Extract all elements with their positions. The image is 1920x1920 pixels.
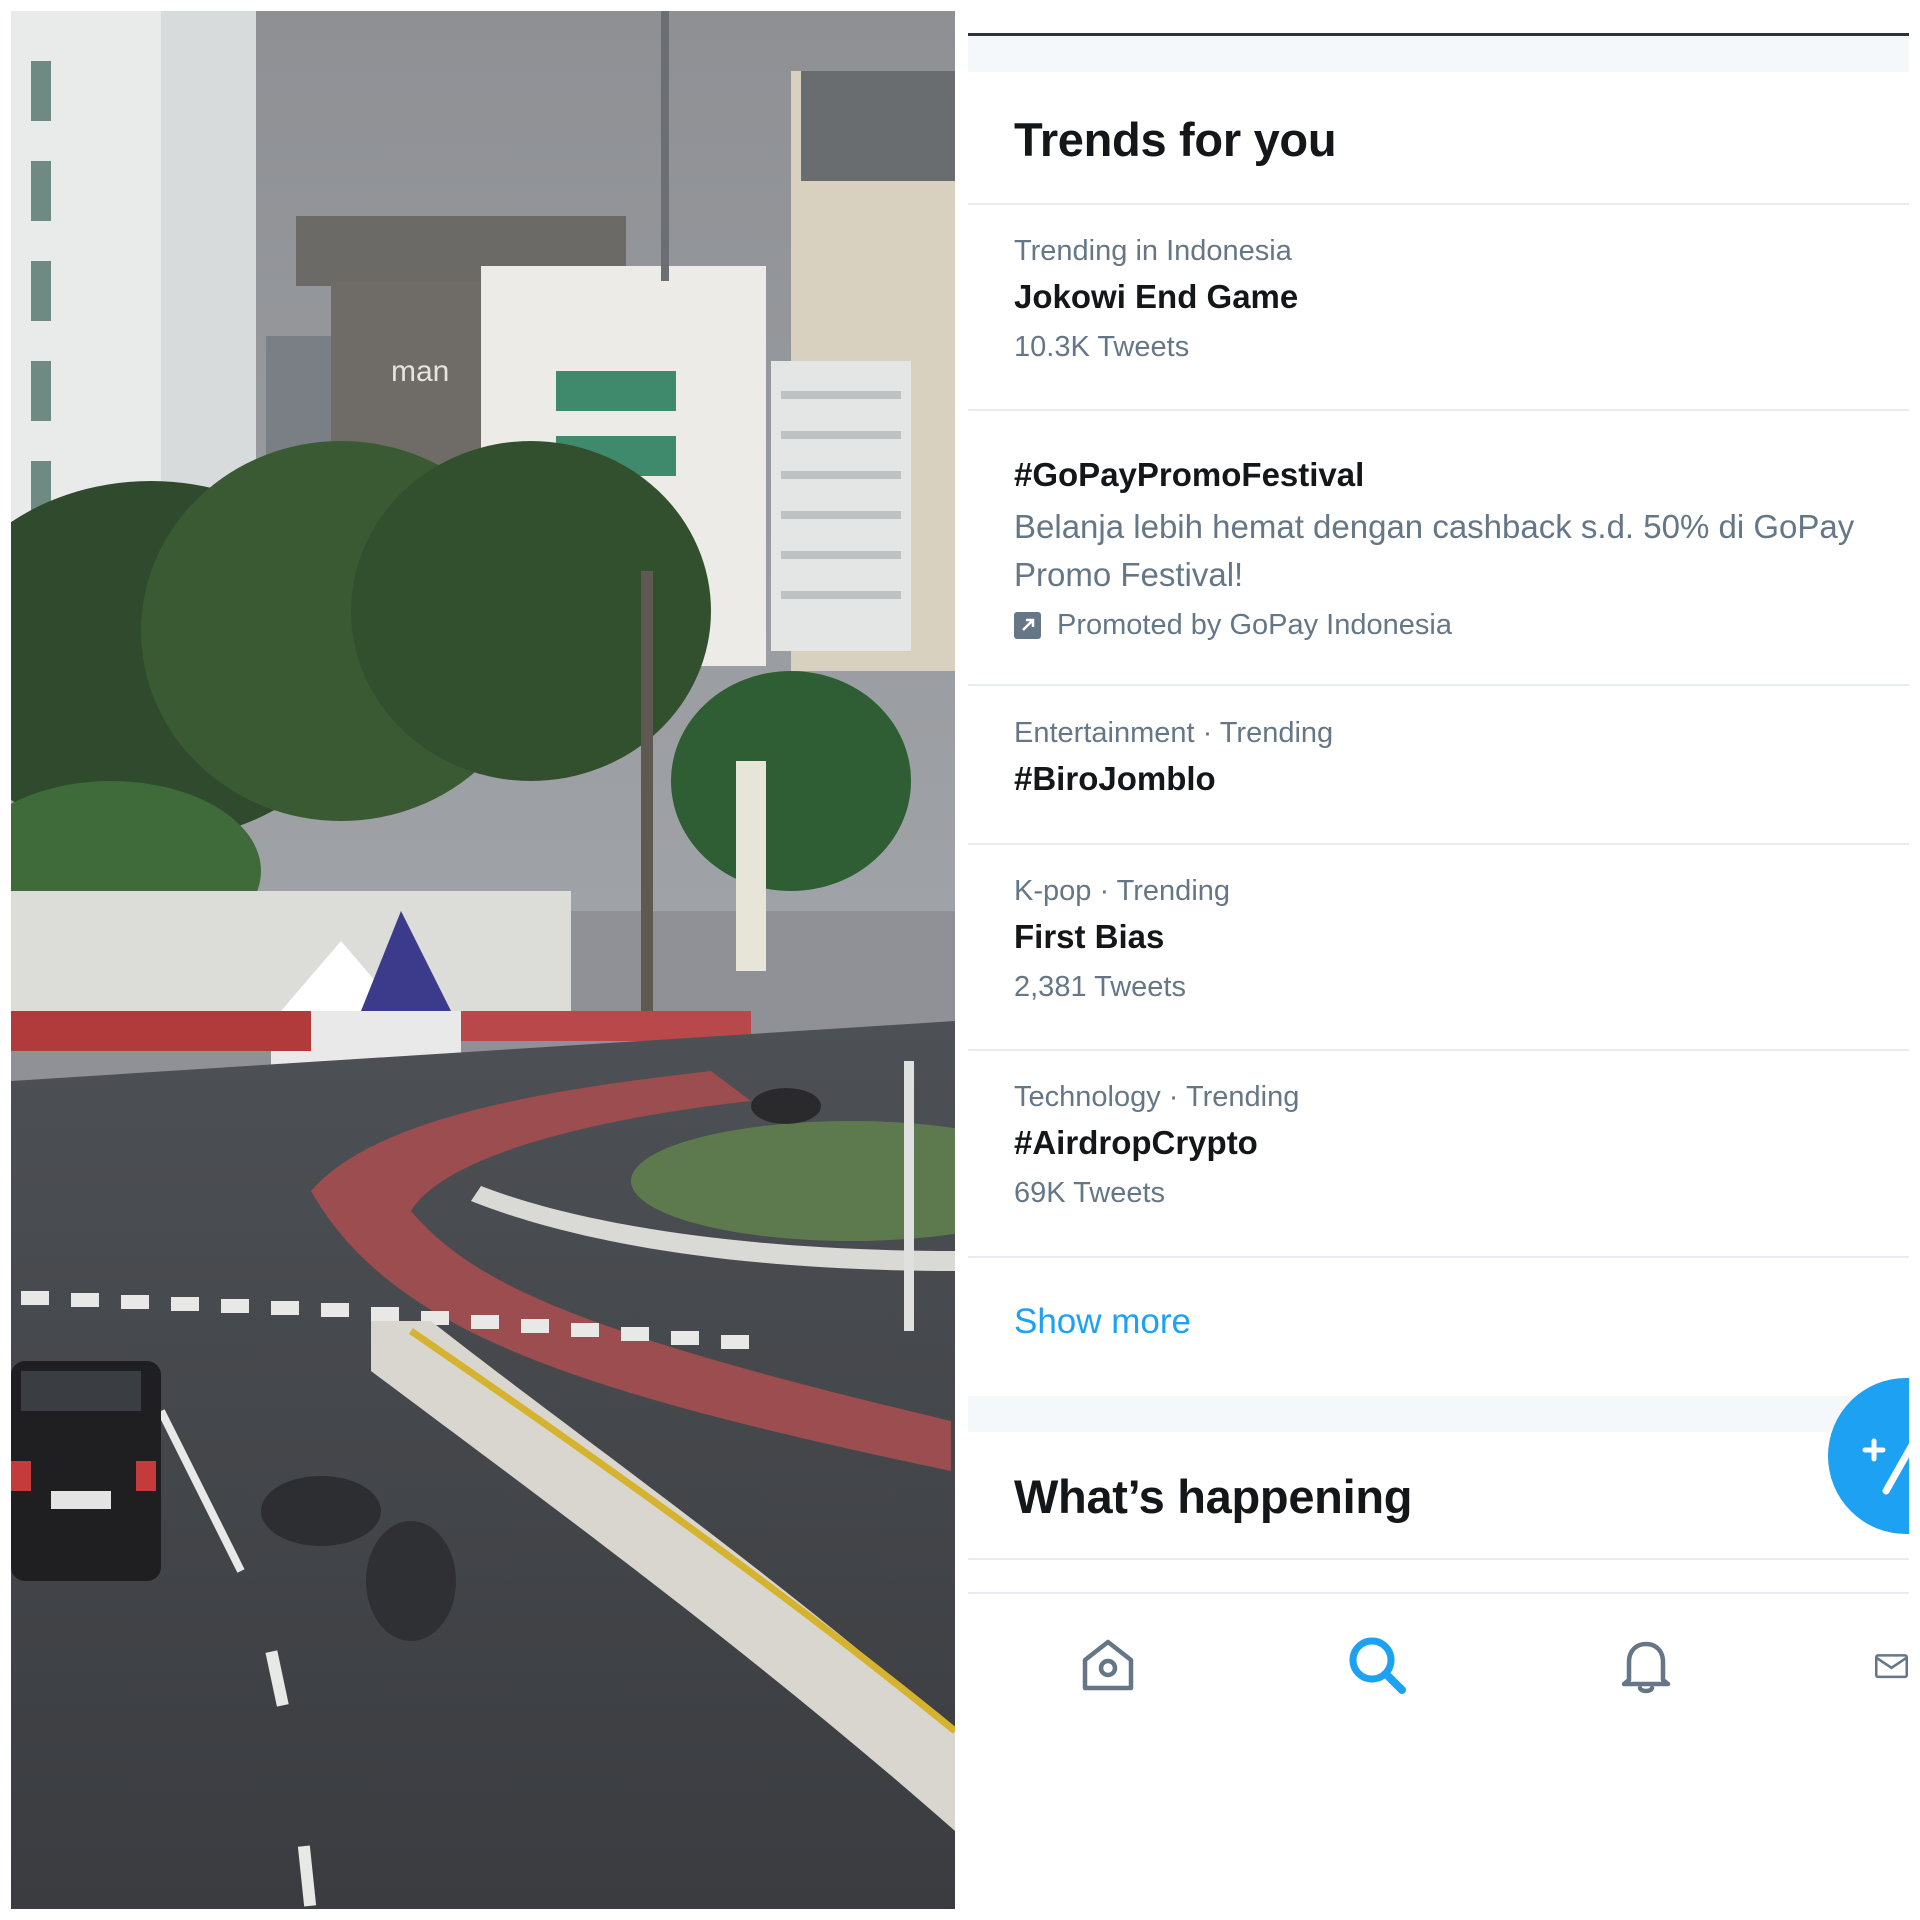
nav-messages[interactable] — [1874, 1630, 1909, 1700]
trend-meta: Entertainment · Trending — [1014, 717, 1334, 749]
trend-description: Belanja lebih hemat dengan cashback s.d.… — [1014, 508, 1855, 593]
mail-icon — [1874, 1654, 1909, 1679]
trend-item-biro-jomblo[interactable]: Entertainment · Trending #BiroJomblo — [1014, 715, 1894, 801]
divider — [968, 409, 1909, 411]
building-sign-text: man — [391, 355, 449, 388]
trend-tweet-count: 2,381 Tweets — [1014, 971, 1186, 1003]
promoted-arrow-icon — [1014, 611, 1041, 639]
bottom-nav — [968, 1592, 1909, 1744]
nav-home[interactable] — [1073, 1630, 1143, 1700]
trend-tweet-count: 10.3K Tweets — [1014, 331, 1190, 363]
trend-item-airdrop-crypto[interactable]: Technology · Trending #AirdropCrypto 69K… — [1014, 1079, 1894, 1211]
trend-meta: K-pop · Trending — [1014, 875, 1231, 907]
show-more-link[interactable]: Show more — [1014, 1302, 1191, 1342]
divider — [968, 1558, 1909, 1560]
nav-notifications[interactable] — [1611, 1630, 1681, 1700]
street-photo-illustration: man — [11, 11, 955, 1909]
top-spacer — [968, 36, 1909, 72]
section-spacer — [968, 1396, 1909, 1432]
divider — [968, 684, 1909, 686]
nav-search[interactable] — [1342, 1630, 1412, 1700]
trend-tweet-count: 69K Tweets — [1014, 1177, 1166, 1209]
explore-panel: Trends for you Trending in Indonesia Jok… — [968, 11, 1909, 1909]
trend-name: First Bias — [1014, 918, 1165, 955]
home-icon — [1082, 1639, 1134, 1691]
trends-title: Trends for you — [1014, 113, 1337, 166]
trend-name: #GoPayPromoFestival — [1014, 456, 1365, 493]
whats-happening-title: What’s happening — [1014, 1470, 1413, 1523]
divider — [968, 203, 1909, 205]
divider — [968, 843, 1909, 845]
trend-meta: Technology · Trending — [1014, 1081, 1300, 1113]
promoted-label: Promoted by GoPay Indonesia — [1014, 607, 1894, 643]
trend-meta: Trending in Indonesia — [1014, 235, 1292, 267]
divider — [968, 1049, 1909, 1051]
trend-item-first-bias[interactable]: K-pop · Trending First Bias 2,381 Tweets — [1014, 873, 1894, 1005]
street-photo: man — [11, 11, 955, 1909]
search-icon — [1349, 1637, 1406, 1694]
compose-plus-icon — [1862, 1438, 1909, 1495]
trend-name: #BiroJomblo — [1014, 760, 1216, 797]
trend-name: #AirdropCrypto — [1014, 1124, 1258, 1161]
trend-item-gopay-promo-festival[interactable]: #GoPayPromoFestival Belanja lebih hemat … — [1014, 447, 1894, 643]
bell-icon — [1621, 1641, 1671, 1694]
promoted-text: Promoted by GoPay Indonesia — [1057, 609, 1452, 641]
trend-item-jokowi-end-game[interactable]: Trending in Indonesia Jokowi End Game 10… — [1014, 233, 1894, 365]
divider — [968, 1256, 1909, 1258]
trend-name: Jokowi End Game — [1014, 278, 1299, 315]
